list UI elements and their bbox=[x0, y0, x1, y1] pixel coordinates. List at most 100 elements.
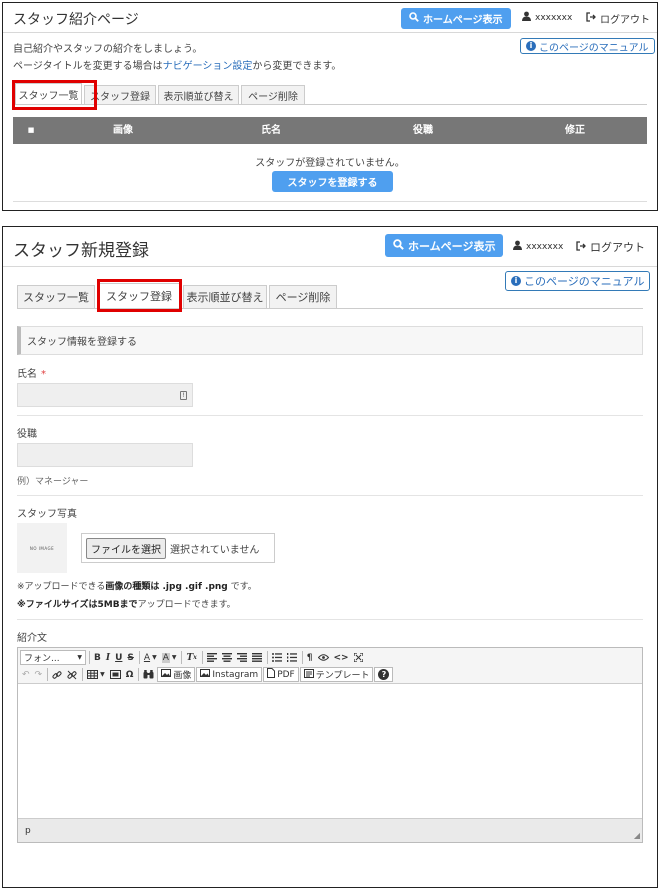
tab-page-delete[interactable]: ページ削除 bbox=[241, 85, 305, 104]
page-manual-label: このページのマニュアル bbox=[539, 42, 649, 54]
image-type-note: ※アップロードできる画像の種類は .jpg .gif .png です。 bbox=[17, 579, 257, 592]
page-manual-label: このページのマニュアル bbox=[524, 275, 645, 288]
insert-template-button[interactable]: テンプレート bbox=[299, 667, 374, 682]
note-bold: ※ファイルサイズは5MBまで bbox=[17, 600, 138, 610]
help-icon: ? bbox=[378, 669, 390, 680]
search-icon bbox=[409, 12, 419, 25]
italic-icon[interactable]: I bbox=[104, 650, 112, 665]
info-icon: i bbox=[511, 276, 521, 286]
info-icon: i bbox=[526, 41, 536, 51]
insert-instagram-button[interactable]: Instagram bbox=[196, 667, 263, 682]
user-menu[interactable]: xxxxxxx bbox=[513, 240, 563, 253]
image-icon bbox=[161, 669, 172, 680]
undo-icon[interactable]: ↶ bbox=[20, 667, 32, 682]
insert-image-label: 画像 bbox=[173, 671, 192, 681]
resize-handle-icon[interactable]: ◢ bbox=[634, 831, 640, 840]
separator bbox=[201, 651, 203, 664]
position-input[interactable] bbox=[17, 443, 193, 467]
tab-staff-list[interactable]: スタッフ一覧 bbox=[17, 285, 95, 308]
note-bold: 画像の種類は .jpg .gif .png bbox=[105, 582, 228, 592]
separator bbox=[138, 651, 140, 664]
iframe-icon[interactable] bbox=[108, 667, 123, 682]
choose-file-button[interactable]: ファイルを選択 bbox=[86, 537, 166, 559]
instagram-icon bbox=[200, 669, 211, 680]
staff-table-header: ■ 画像 氏名 役職 修正 bbox=[13, 117, 647, 144]
user-menu[interactable]: xxxxxxx bbox=[522, 11, 572, 24]
text-color-icon[interactable]: A ▼ bbox=[142, 650, 159, 665]
help-button[interactable]: ? bbox=[374, 667, 394, 682]
align-center-icon[interactable] bbox=[220, 650, 234, 665]
position-example: 例）マネージャー bbox=[17, 477, 89, 487]
page-description: 自己紹介やスタッフの紹介をしましょう。 ページタイトルを変更する場合はナビゲーシ… bbox=[13, 41, 341, 75]
redo-icon[interactable]: ↷ bbox=[33, 667, 45, 682]
highlight-frame bbox=[97, 279, 182, 312]
highlight-frame bbox=[12, 80, 97, 110]
insert-template-label: テンプレート bbox=[315, 671, 370, 681]
separator bbox=[82, 668, 84, 681]
remove-format-icon[interactable]: Tx bbox=[184, 650, 198, 665]
autofill-icon[interactable]: ! bbox=[180, 391, 187, 400]
align-justify-icon[interactable] bbox=[250, 650, 264, 665]
logout-link[interactable]: ログアウト bbox=[576, 239, 645, 255]
template-icon bbox=[303, 668, 314, 681]
divider bbox=[17, 619, 643, 620]
bullet-list-icon[interactable] bbox=[270, 650, 284, 665]
find-replace-icon[interactable] bbox=[141, 667, 156, 682]
preview-eye-icon[interactable] bbox=[316, 650, 331, 665]
file-size-note: ※ファイルサイズは5MBまでアップロードできます。 bbox=[17, 597, 236, 610]
logout-link[interactable]: ログアウト bbox=[586, 11, 650, 26]
font-select-value: フォン... bbox=[24, 654, 60, 664]
strikethrough-icon[interactable]: S bbox=[125, 650, 135, 665]
name-input[interactable]: ! bbox=[17, 383, 193, 407]
link-icon[interactable] bbox=[50, 667, 64, 682]
image-column-header: 画像 bbox=[113, 125, 133, 136]
divider bbox=[17, 415, 643, 416]
separator bbox=[301, 651, 303, 664]
logout-label: ログアウト bbox=[590, 241, 645, 254]
page-manual-button[interactable]: i このページのマニュアル bbox=[520, 38, 655, 54]
insert-image-button[interactable]: 画像 bbox=[157, 667, 196, 682]
bg-color-glyph: A bbox=[161, 652, 170, 663]
section-title: スタッフ情報を登録する bbox=[17, 326, 643, 355]
paragraph-icon[interactable]: ¶ bbox=[305, 650, 315, 665]
header: スタッフ紹介ページ ホームページ表示 xxxxxxx ログアウト bbox=[3, 3, 657, 33]
page-manual-button[interactable]: i このページのマニュアル bbox=[505, 271, 651, 291]
pdf-file-icon bbox=[267, 668, 276, 681]
chevron-down-icon: ▼ bbox=[171, 654, 177, 661]
toolbar-row-1: フォン... ▼ B I U S A ▼ A ▼ Tx ¶ <> bbox=[20, 650, 366, 665]
tab-display-order[interactable]: 表示順並び替え bbox=[183, 285, 267, 308]
register-staff-button[interactable]: スタッフを登録する bbox=[272, 171, 393, 192]
no-image-placeholder: NO IMAGE bbox=[17, 523, 67, 573]
file-input[interactable]: ファイルを選択 選択されていません bbox=[81, 533, 275, 563]
table-bottom-border bbox=[13, 201, 647, 202]
separator bbox=[89, 651, 90, 664]
text-color-glyph: A bbox=[143, 652, 151, 663]
homepage-view-button[interactable]: ホームページ表示 bbox=[385, 234, 504, 257]
font-select[interactable]: フォン... ▼ bbox=[20, 650, 86, 665]
underline-icon[interactable]: U bbox=[113, 650, 124, 665]
source-code-icon[interactable]: <> bbox=[332, 650, 351, 665]
tab-page-delete[interactable]: ページ削除 bbox=[269, 285, 337, 308]
align-right-icon[interactable] bbox=[235, 650, 249, 665]
separator bbox=[138, 668, 140, 681]
header: スタッフ新規登録 ホームページ表示 xxxxxxx ログアウト bbox=[3, 227, 657, 267]
bold-icon[interactable]: B bbox=[92, 650, 103, 665]
staff-list-screen: スタッフ紹介ページ ホームページ表示 xxxxxxx ログアウト i このページ… bbox=[2, 2, 658, 211]
navigation-settings-link[interactable]: ナビゲーション設定 bbox=[163, 61, 253, 72]
position-label: 役職 bbox=[17, 429, 37, 440]
table-icon[interactable]: ▼ bbox=[85, 667, 107, 682]
tab-display-order[interactable]: 表示順並び替え bbox=[158, 85, 239, 104]
user-name: xxxxxxx bbox=[526, 241, 564, 252]
required-mark: * bbox=[41, 369, 46, 380]
homepage-view-button[interactable]: ホームページ表示 bbox=[401, 8, 511, 29]
insert-pdf-button[interactable]: PDF bbox=[263, 667, 299, 682]
chevron-down-icon: ▼ bbox=[152, 654, 157, 661]
background-color-icon[interactable]: A ▼ bbox=[160, 650, 179, 665]
numbered-list-icon[interactable] bbox=[285, 650, 299, 665]
align-left-icon[interactable] bbox=[205, 650, 219, 665]
rich-text-editor: フォン... ▼ B I U S A ▼ A ▼ Tx ¶ <> ↶ ↷ ▼ Ω… bbox=[17, 647, 643, 843]
maximize-icon[interactable] bbox=[352, 650, 365, 665]
unlink-icon[interactable] bbox=[65, 667, 79, 682]
element-path[interactable]: p bbox=[25, 826, 31, 836]
special-char-icon[interactable]: Ω bbox=[124, 667, 136, 682]
